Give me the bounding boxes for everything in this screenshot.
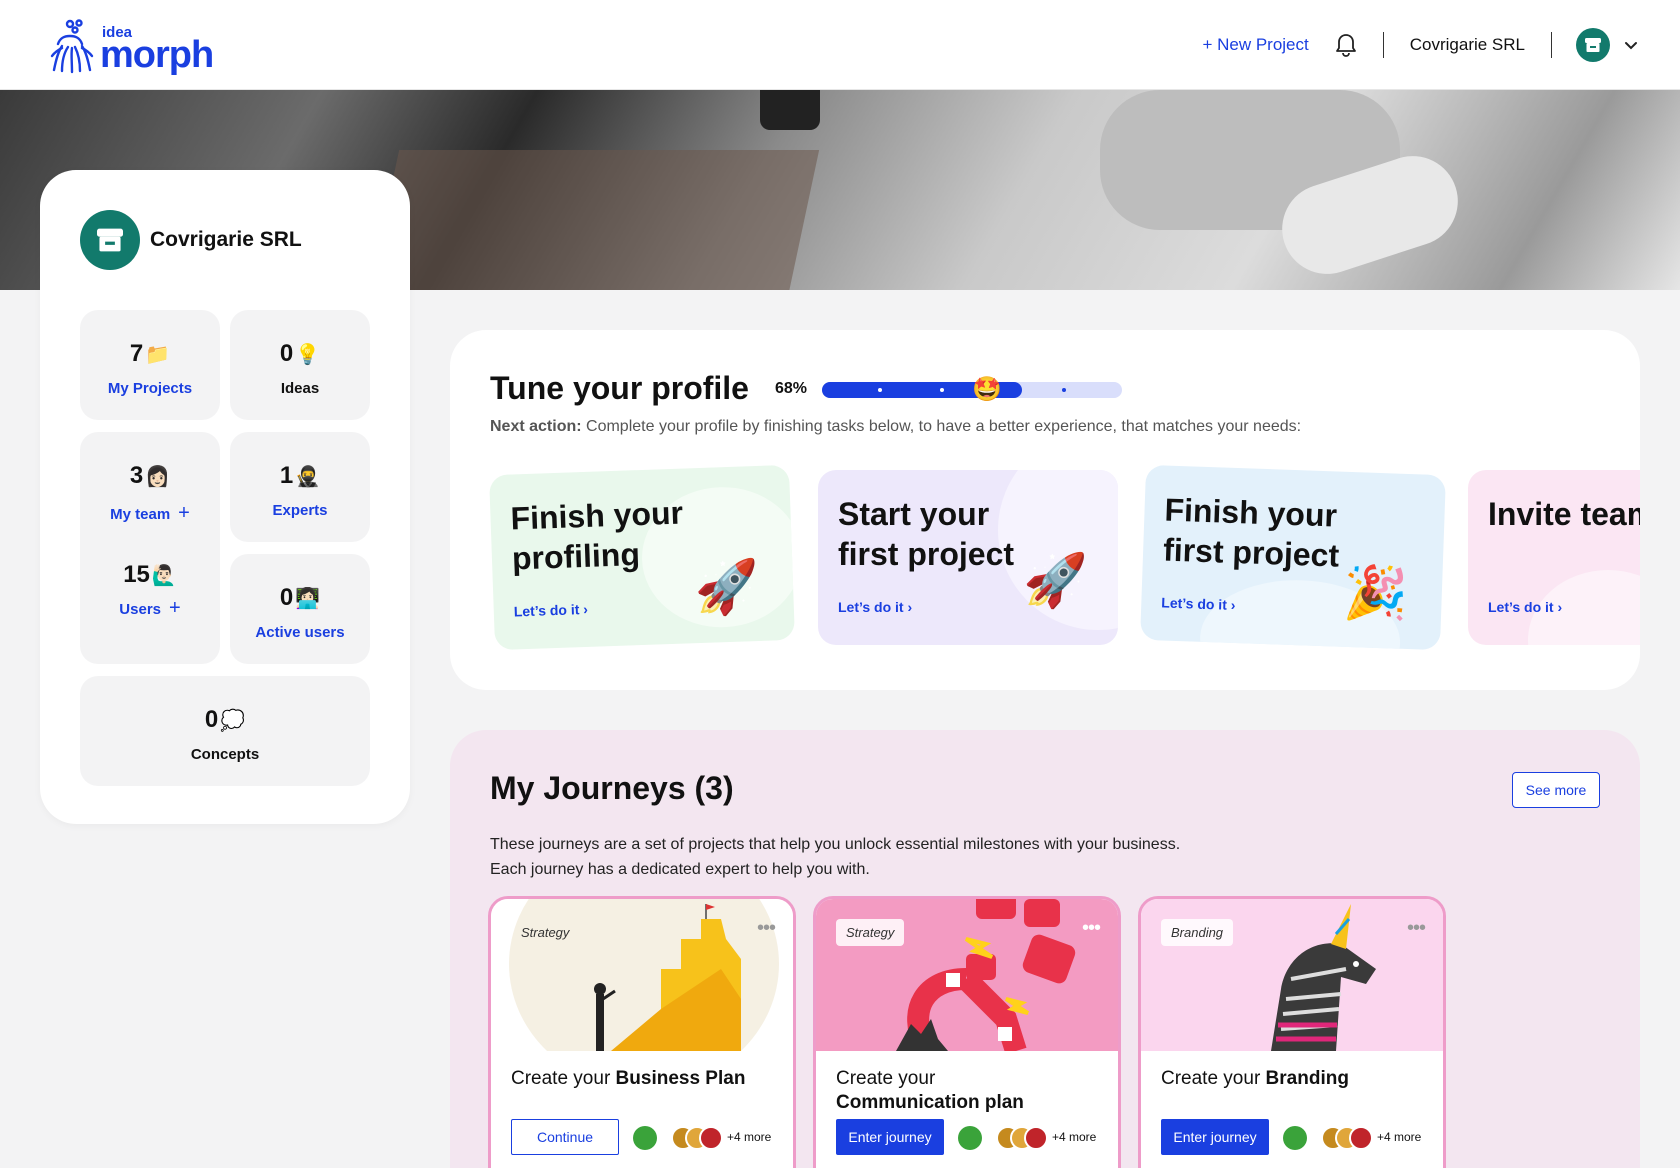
journey-card-communication-plan[interactable]: Strategy ••• Create your Communication pl… [813, 896, 1121, 1168]
task-card-finish-profiling[interactable]: Finish your profiling Let’s do it › 🚀 [489, 464, 795, 651]
stat-my-team[interactable]: 3 👩🏻 My team + [80, 462, 220, 525]
enter-journey-button[interactable]: Enter journey [1161, 1119, 1269, 1155]
nav-divider [1382, 32, 1384, 58]
party-popper-icon: 🎉 [1342, 563, 1409, 625]
add-team-member-plus-icon[interactable]: + [178, 502, 190, 524]
technologist-icon: 👩🏻‍💻 [295, 587, 321, 610]
star-struck-face-icon: 🤩 [972, 376, 1002, 403]
chevron-right-icon: › [582, 600, 589, 618]
new-project-link[interactable]: + New Project [1202, 35, 1308, 55]
stat-label: Users [119, 601, 161, 618]
expert-avatar [958, 1126, 982, 1150]
profile-progress-percent: 68% [775, 380, 808, 397]
stat-ideas[interactable]: 0 💡 Ideas [230, 310, 370, 420]
journeys-title: My Journeys (3) [490, 770, 734, 806]
stat-team-users-group: 3 👩🏻 My team + 15 🙋🏻‍♂️ Users + [80, 432, 220, 664]
stat-label: My team [110, 506, 171, 523]
ideamorph-logo[interactable]: idea morph [48, 16, 214, 76]
team-member-icon: 👩🏻 [145, 465, 171, 488]
rocket-icon: 🚀 [693, 557, 761, 619]
see-more-button[interactable]: See more [1512, 772, 1600, 808]
lightbulb-icon: 💡 [295, 343, 321, 366]
stat-users[interactable]: 15 🙋🏻‍♂️ Users + [80, 561, 220, 620]
continue-button[interactable]: Continue [511, 1119, 619, 1155]
company-summary-card: Covrigarie SRL 7 📁 My Projects 0 💡 Ideas 3… [40, 170, 410, 824]
ninja-icon: 🥷 [295, 465, 321, 488]
journeys-description: These journeys are a set of projects tha… [490, 836, 1181, 878]
task-title: Invite team [1488, 496, 1640, 532]
stat-concepts[interactable]: 0 💭 Concepts [80, 676, 370, 786]
folder-icon: 📁 [145, 343, 171, 366]
stat-value: 0 [279, 584, 294, 611]
stat-value: 1 [279, 462, 294, 489]
chevron-down-icon[interactable] [1622, 36, 1640, 54]
task-title: Finish your first project [1162, 491, 1340, 574]
rocket-icon: 🚀 [1023, 552, 1088, 610]
task-card-start-first-project[interactable]: Start your first project Let’s do it › 🚀 [818, 470, 1118, 645]
more-participants-count: +4 more [1377, 1130, 1422, 1144]
stat-value: 7 [129, 340, 144, 367]
nav-divider [1551, 32, 1552, 58]
bell-icon[interactable] [1335, 33, 1357, 57]
more-dots-icon[interactable]: ••• [757, 917, 776, 940]
next-action-label: Next action: [490, 418, 582, 435]
chevron-right-icon: › [1230, 596, 1236, 614]
task-card-invite-team[interactable]: Invite team Let’s do it › [1468, 470, 1640, 645]
next-action-description: Complete your profile by finishing tasks… [581, 418, 1302, 435]
task-title: Finish your profiling [509, 494, 684, 577]
journey-category-tag: Strategy [836, 919, 905, 946]
stat-label: Ideas [280, 380, 320, 397]
more-dots-icon[interactable]: ••• [1407, 917, 1426, 940]
chevron-right-icon: › [1557, 599, 1563, 615]
enter-journey-button[interactable]: Enter journey [836, 1119, 944, 1155]
more-participants-count: +4 more [1052, 1130, 1097, 1144]
journey-title: Create your Business Plan [511, 1068, 746, 1089]
chevron-right-icon: › [907, 599, 913, 615]
stat-label: Experts [272, 502, 328, 519]
journey-category-tag: Strategy [521, 925, 570, 940]
expert-avatar [1283, 1126, 1307, 1150]
thought-bubble-icon: 💭 [220, 709, 246, 732]
journey-title: Create your Branding [1161, 1068, 1349, 1089]
company-switcher-label[interactable]: Covrigarie SRL [1410, 35, 1525, 55]
journey-title: Create your Communication plan [836, 1068, 1024, 1113]
stat-active-users[interactable]: 0 👩🏻‍💻 Active users [230, 554, 370, 664]
task-title: Start your first project [838, 496, 1015, 572]
company-avatar[interactable] [1576, 28, 1610, 62]
add-user-plus-icon[interactable]: + [169, 597, 181, 619]
stat-my-projects[interactable]: 7 📁 My Projects [80, 310, 220, 420]
stat-experts[interactable]: 1 🥷 Experts [230, 432, 370, 542]
stat-label: Concepts [190, 746, 260, 763]
expert-avatar [633, 1126, 657, 1150]
stat-label: My Projects [107, 380, 193, 397]
company-title: Covrigarie SRL [150, 228, 302, 251]
task-cta-link[interactable]: Let’s do it › [514, 601, 589, 620]
stat-label: Active users [255, 624, 345, 641]
tune-profile-panel: Tune your profile 68% 🤩 Next action: Com… [450, 330, 1640, 690]
task-cta-link[interactable]: Let’s do it › [838, 599, 912, 615]
shop-icon [97, 228, 123, 252]
company-avatar-large [80, 210, 140, 270]
next-action-text: Next action: Complete your profile by fi… [490, 418, 1301, 436]
profile-progress-bar: 🤩 [822, 376, 1122, 403]
raising-hand-icon: 🙋🏻‍♂️ [151, 564, 177, 587]
tune-profile-title: Tune your profile [490, 370, 749, 406]
more-dots-icon[interactable]: ••• [1082, 917, 1101, 940]
journey-card-business-plan[interactable]: Strategy ••• Create your Business Plan C… [488, 896, 796, 1168]
logo-big-text: morph [100, 34, 214, 76]
journey-category-tag: Branding [1161, 919, 1234, 946]
stat-value: 0 [204, 706, 219, 733]
stat-value: 0 [279, 340, 294, 367]
task-cta-link[interactable]: Let’s do it › [1161, 594, 1236, 613]
my-journeys-section: My Journeys (3) See more These journeys … [450, 730, 1640, 1168]
logo-mark-icon [50, 19, 94, 74]
stat-value: 15 [123, 561, 150, 588]
stat-value: 3 [129, 462, 144, 489]
top-navigation-bar: idea morph + New Project Covrigarie SRL [0, 0, 1680, 90]
task-cta-link[interactable]: Let’s do it › [1488, 599, 1562, 615]
journey-card-branding[interactable]: Branding ••• Create your Branding Enter … [1138, 896, 1446, 1168]
task-card-finish-first-project[interactable]: Finish your first project Let’s do it › 🎉 [1140, 464, 1446, 651]
shop-icon [1585, 38, 1601, 52]
more-participants-count: +4 more [727, 1130, 772, 1144]
